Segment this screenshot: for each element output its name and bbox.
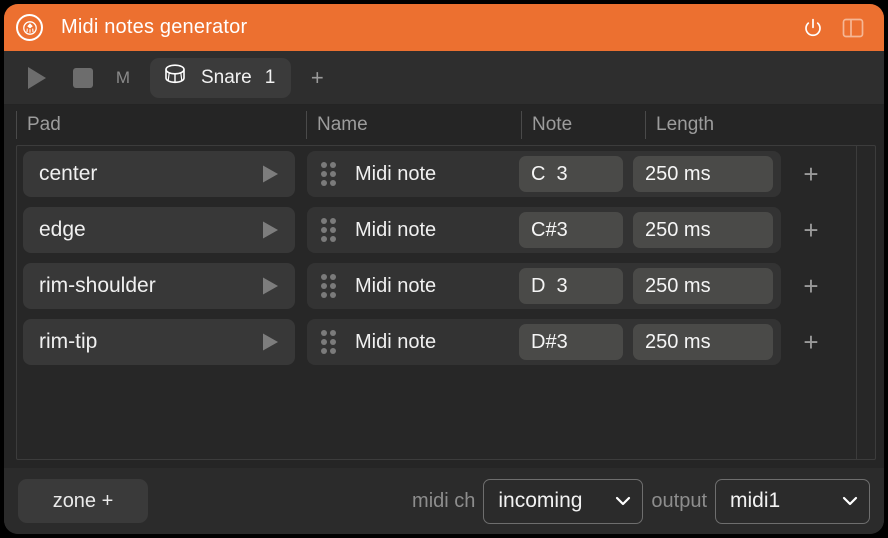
table-row: rim-tip Midi note D#3 250 ms +: [17, 314, 875, 370]
note-block-name: Midi note: [355, 330, 437, 353]
metronome-toggle[interactable]: M: [104, 57, 142, 99]
kit-tab-label: Snare: [201, 66, 252, 88]
drag-handle-icon[interactable]: [317, 159, 339, 189]
column-header-name: Name: [306, 111, 521, 139]
power-icon[interactable]: [796, 11, 830, 45]
stop-icon[interactable]: [62, 57, 104, 99]
column-header-note: Note: [521, 111, 645, 139]
app-window: Midi notes generator M Snare 1 + Pad Nam…: [4, 4, 884, 534]
note-field[interactable]: D#3: [519, 324, 623, 360]
midi-channel-value: incoming: [498, 489, 583, 512]
length-field[interactable]: 250 ms: [633, 268, 773, 304]
midi-note-block: Midi note C 3 250 ms: [307, 151, 781, 197]
table-row: rim-shoulder Midi note D 3 250 ms +: [17, 258, 875, 314]
panel-toggle-icon[interactable]: [836, 11, 870, 45]
chevron-down-icon: [614, 494, 632, 508]
note-block-name: Midi note: [355, 162, 437, 185]
drag-handle-icon[interactable]: [317, 271, 339, 301]
kit-tab-snare[interactable]: Snare 1: [150, 57, 292, 98]
add-note-button[interactable]: +: [785, 263, 837, 309]
titlebar: Midi notes generator: [4, 4, 884, 51]
table-row: center Midi note C 3 250 ms +: [17, 146, 875, 202]
pad-name-label: center: [39, 162, 98, 185]
midi-note-block: Midi note D 3 250 ms: [307, 263, 781, 309]
midi-note-block: Midi note C#3 250 ms: [307, 207, 781, 253]
length-field[interactable]: 250 ms: [633, 324, 773, 360]
midi-note-block: Midi note D#3 250 ms: [307, 319, 781, 365]
pad-cell[interactable]: rim-shoulder: [23, 263, 295, 309]
window-title: Midi notes generator: [61, 16, 248, 38]
play-icon[interactable]: [16, 57, 58, 99]
table-body: center Midi note C 3 250 ms + edge Midi …: [16, 145, 876, 460]
pad-name-label: rim-shoulder: [39, 274, 156, 297]
add-zone-button[interactable]: zone +: [18, 479, 148, 523]
output-select[interactable]: midi1: [715, 478, 870, 524]
midi-channel-label: midi ch: [412, 489, 476, 512]
app-logo-icon: [16, 14, 43, 41]
pad-preview-play-icon[interactable]: [255, 327, 285, 357]
pad-table: Pad Name Note Length center Midi note C …: [4, 105, 884, 468]
column-header-pad: Pad: [16, 111, 306, 139]
note-field[interactable]: C#3: [519, 212, 623, 248]
kit-tab-number: 1: [264, 66, 276, 88]
table-header-row: Pad Name Note Length: [16, 105, 876, 145]
pad-preview-play-icon[interactable]: [255, 159, 285, 189]
add-note-button[interactable]: +: [785, 319, 837, 365]
note-field[interactable]: C 3: [519, 156, 623, 192]
midi-channel-select[interactable]: incoming: [483, 478, 644, 524]
note-block-name: Midi note: [355, 274, 437, 297]
output-value: midi1: [730, 489, 781, 512]
pad-name-label: edge: [39, 218, 86, 241]
pad-preview-play-icon[interactable]: [255, 271, 285, 301]
output-label: output: [651, 489, 707, 512]
drag-handle-icon[interactable]: [317, 215, 339, 245]
column-header-length: Length: [645, 111, 876, 139]
pad-preview-play-icon[interactable]: [255, 215, 285, 245]
length-field[interactable]: 250 ms: [633, 156, 773, 192]
pad-name-label: rim-tip: [39, 330, 98, 353]
add-kit-button[interactable]: +: [297, 58, 337, 98]
drum-icon: [162, 62, 188, 93]
chevron-down-icon: [841, 494, 859, 508]
bottom-bar: zone + midi ch incoming output midi1: [4, 468, 884, 534]
table-rows: center Midi note C 3 250 ms + edge Midi …: [17, 146, 875, 370]
note-field[interactable]: D 3: [519, 268, 623, 304]
pad-cell[interactable]: edge: [23, 207, 295, 253]
add-note-button[interactable]: +: [785, 207, 837, 253]
length-field[interactable]: 250 ms: [633, 212, 773, 248]
add-note-button[interactable]: +: [785, 151, 837, 197]
note-block-name: Midi note: [355, 218, 437, 241]
drag-handle-icon[interactable]: [317, 327, 339, 357]
table-row: edge Midi note C#3 250 ms +: [17, 202, 875, 258]
toolbar: M Snare 1 +: [4, 51, 884, 105]
vertical-scrollbar[interactable]: [856, 146, 875, 459]
pad-cell[interactable]: rim-tip: [23, 319, 295, 365]
pad-cell[interactable]: center: [23, 151, 295, 197]
